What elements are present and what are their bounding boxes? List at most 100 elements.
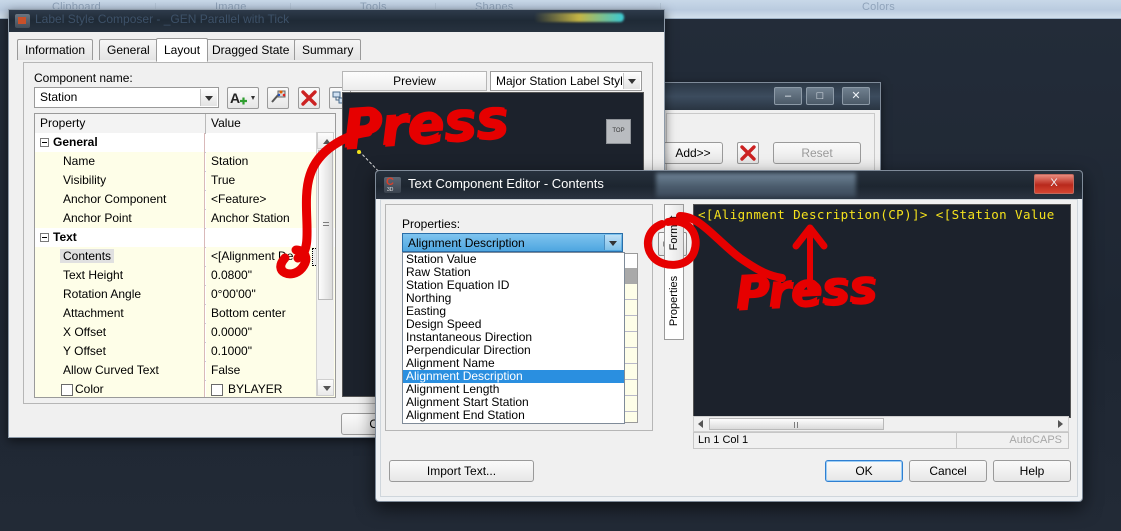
table-row[interactable]: Allow Curved Text False — [35, 361, 335, 381]
titlebar-glass — [656, 173, 856, 197]
close-button[interactable]: ✕ — [842, 87, 870, 105]
property-value: Station — [211, 154, 249, 168]
text-component-editor-titlebar[interactable]: Text Component Editor - Contents X — [376, 171, 1082, 199]
property-grid[interactable]: Property Value General Name Station Visibil… — [34, 113, 336, 398]
property-grid-header: Property Value — [35, 114, 335, 134]
component-name-combo[interactable]: Station — [34, 87, 219, 108]
list-item[interactable]: Alignment End Station — [403, 409, 624, 422]
tce-cancel-button[interactable]: Cancel — [909, 460, 987, 482]
chevron-down-icon[interactable] — [623, 73, 640, 89]
reset-button[interactable]: Reset — [773, 142, 861, 164]
delete-component-button[interactable] — [298, 87, 320, 109]
tab-information[interactable]: Information — [17, 39, 94, 60]
property-grid-scrollbar[interactable] — [316, 132, 334, 396]
minimize-button[interactable]: – — [774, 87, 802, 105]
add-component-button[interactable]: A — [227, 87, 259, 109]
property-value: <[Alignment De... — [211, 249, 304, 263]
table-row[interactable]: Rotation Angle 0°00'00" — [35, 285, 335, 305]
scroll-up-arrow-icon[interactable] — [317, 132, 334, 149]
expander-icon[interactable] — [40, 233, 49, 242]
property-value: 0°00'00" — [211, 287, 256, 301]
table-row[interactable]: X Offset 0.0000" — [35, 323, 335, 343]
table-row[interactable]: Anchor Component <Feature> — [35, 190, 335, 210]
scrollbar-thumb[interactable] — [318, 150, 333, 300]
scroll-down-arrow-icon[interactable] — [317, 379, 334, 396]
tab-layout[interactable]: Layout — [156, 38, 209, 62]
table-row[interactable]: Name Station — [35, 152, 335, 172]
application-icon — [15, 14, 30, 28]
delete-red-x-icon[interactable] — [737, 142, 759, 164]
property-name: Text — [53, 230, 77, 244]
property-name: X Offset — [63, 325, 107, 339]
label-style-composer-titlebar[interactable]: Label Style Composer - _GEN Parallel wit… — [9, 10, 664, 32]
property-name: Allow Curved Text — [63, 363, 159, 377]
tce-close-button[interactable]: X — [1034, 174, 1074, 194]
table-row[interactable]: Color BYLAYER — [35, 380, 335, 397]
property-cell: Y Offset — [35, 342, 205, 361]
property-cell: Color — [35, 380, 205, 397]
header-separator — [205, 114, 206, 133]
property-name: Text Height — [63, 268, 124, 282]
autocaps-indicator: AutoCAPS — [1009, 434, 1062, 446]
table-row[interactable]: Text — [35, 228, 335, 248]
property-cell: Attachment — [35, 304, 205, 323]
vertical-tab-format[interactable]: Format — [664, 204, 684, 262]
property-name: Color — [75, 382, 104, 396]
hscrollbar-thumb[interactable] — [709, 418, 884, 430]
property-cell: Contents — [35, 247, 205, 266]
tab-summary[interactable]: Summary — [294, 39, 362, 60]
table-row[interactable]: Contents<[Alignment De...... — [35, 247, 335, 267]
table-row[interactable]: Anchor Point Anchor Station — [35, 209, 335, 229]
property-name: Y Offset — [63, 344, 106, 358]
properties-combo[interactable]: Alignment Description — [402, 233, 623, 252]
property-value: 0.0000" — [211, 325, 252, 339]
table-row[interactable]: Y Offset 0.1000" — [35, 342, 335, 362]
editor-horizontal-scrollbar[interactable] — [693, 416, 1069, 432]
cursor-position: Ln 1 Col 1 — [698, 434, 749, 446]
property-value: Anchor Station — [211, 211, 290, 225]
annotation-press-1: Press — [340, 86, 510, 161]
text-component-editor-dialog[interactable]: Text Component Editor - Contents X Prope… — [375, 170, 1083, 502]
maximize-button[interactable]: □ — [806, 87, 834, 105]
table-row[interactable]: General — [35, 133, 335, 153]
properties-label: Properties: — [402, 217, 461, 231]
preview-style-value: Major Station Label Style — [496, 74, 630, 88]
property-name: Visibility — [63, 173, 107, 187]
import-text-button[interactable]: Import Text... — [389, 460, 534, 482]
property-cell: Anchor Point — [35, 209, 205, 228]
properties-dropdown-list[interactable]: Station Value Raw Station Station Equation… — [402, 252, 625, 424]
tce-ok-button[interactable]: OK — [825, 460, 903, 482]
tce-help-button[interactable]: Help — [993, 460, 1071, 482]
color-swatch[interactable] — [211, 384, 223, 396]
viewcube-top-button[interactable]: TOP — [606, 119, 631, 144]
property-cell: Anchor Component — [35, 190, 205, 209]
background-window-titlebar[interactable]: – □ ✕ — [661, 83, 880, 110]
tabstrip[interactable]: Information General Layout Dragged State… — [17, 38, 657, 62]
chevron-down-icon[interactable] — [604, 235, 621, 250]
copy-component-button[interactable] — [267, 87, 289, 109]
background-dialog-window[interactable]: – □ ✕ Add>> Reset — [660, 82, 881, 184]
color-swatch-checkbox[interactable] — [61, 384, 73, 396]
expander-icon[interactable] — [40, 138, 49, 147]
scroll-left-arrow-icon[interactable] — [694, 417, 708, 431]
civil3d-icon — [384, 176, 401, 193]
property-cell: X Offset — [35, 323, 205, 342]
preview-style-combo[interactable]: Major Station Label Style — [490, 71, 642, 91]
tab-dragged-state[interactable]: Dragged State — [204, 39, 298, 60]
vertical-tab-properties[interactable]: Properties — [664, 262, 684, 340]
properties-combo-value: Alignment Description — [408, 236, 525, 250]
table-row[interactable]: Attachment Bottom center — [35, 304, 335, 324]
property-cell: Allow Curved Text — [35, 361, 205, 380]
table-row[interactable]: Text Height 0.0800" — [35, 266, 335, 286]
chevron-down-icon[interactable] — [200, 89, 217, 106]
property-name: Anchor Point — [63, 211, 132, 225]
add-button[interactable]: Add>> — [663, 142, 723, 164]
table-row[interactable]: Visibility True — [35, 171, 335, 191]
property-value: True — [211, 173, 236, 187]
property-name: General — [53, 135, 98, 149]
property-name: Attachment — [63, 306, 124, 320]
property-cell: Text Height — [35, 266, 205, 285]
scroll-right-arrow-icon[interactable] — [1054, 417, 1068, 431]
preview-header: Preview — [342, 71, 487, 91]
tab-general[interactable]: General — [99, 39, 158, 60]
